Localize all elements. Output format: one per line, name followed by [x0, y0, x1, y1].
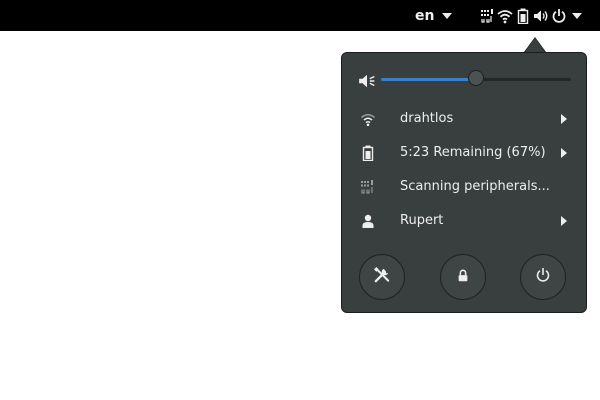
- lock-button[interactable]: [440, 254, 486, 300]
- chevron-down-icon: [442, 12, 453, 19]
- network-peripheral-icon: [478, 7, 496, 25]
- lock-icon: [456, 268, 470, 287]
- settings-tools-icon: [373, 266, 391, 288]
- menu-pointer: [525, 38, 545, 52]
- volume-low-icon: [358, 72, 376, 94]
- wifi-label: drahtlos: [400, 111, 454, 126]
- language-indicator[interactable]: en: [415, 0, 453, 31]
- wifi-icon: [496, 7, 514, 25]
- power-icon: [535, 267, 551, 287]
- battery-icon: [514, 7, 532, 25]
- menu-item-peripherals[interactable]: Scanning peripherals...: [342, 173, 588, 201]
- system-status-area[interactable]: [478, 0, 582, 31]
- power-icon: [550, 7, 568, 25]
- volume-slider-handle[interactable]: [468, 70, 484, 86]
- settings-button[interactable]: [359, 254, 405, 300]
- battery-label: 5:23 Remaining (67%): [400, 145, 546, 160]
- menu-item-battery[interactable]: 5:23 Remaining (67%): [342, 139, 588, 167]
- user-label: Rupert: [400, 213, 444, 228]
- chevron-right-icon: [561, 216, 567, 226]
- chevron-down-icon: [572, 12, 582, 19]
- volume-slider-fill: [381, 78, 476, 81]
- chevron-right-icon: [561, 148, 567, 158]
- menu-item-wifi[interactable]: drahtlos: [342, 105, 588, 133]
- battery-icon: [360, 145, 376, 162]
- power-off-button[interactable]: [520, 254, 566, 300]
- top-bar: en: [0, 0, 600, 31]
- peripherals-label: Scanning peripherals...: [400, 179, 550, 194]
- language-label: en: [415, 7, 435, 24]
- peripheral-icon: [360, 179, 376, 195]
- menu-item-user[interactable]: Rupert: [342, 207, 588, 235]
- user-icon: [360, 213, 376, 229]
- system-menu: drahtlos 5:23 Remaining (67%) Scanning p…: [341, 52, 587, 313]
- chevron-right-icon: [561, 114, 567, 124]
- wifi-icon: [360, 111, 376, 127]
- volume-icon: [532, 7, 550, 25]
